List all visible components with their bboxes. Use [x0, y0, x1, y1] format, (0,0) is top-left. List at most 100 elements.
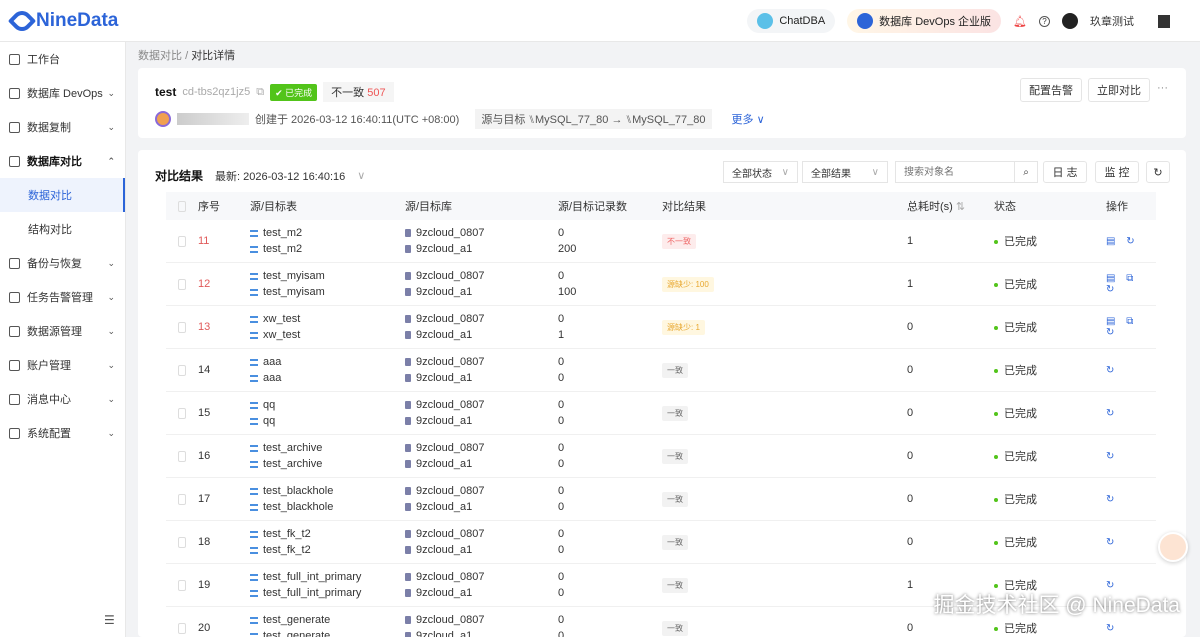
database-icon [405, 487, 411, 495]
col-time[interactable]: 总耗时(s) ⇅ [907, 198, 994, 214]
row-checkbox[interactable] [178, 622, 186, 634]
search-input[interactable] [895, 161, 1015, 183]
row-checkbox[interactable] [178, 278, 186, 290]
sidebar-item-label: 工作台 [27, 54, 60, 66]
watermark: 掘金技术社区 @ NineData [933, 594, 1180, 617]
source-db: 9zcloud_0807 [416, 528, 485, 540]
row-checkbox[interactable] [178, 407, 186, 419]
source-db: 9zcloud_0807 [416, 614, 485, 626]
bell-icon[interactable]: 🔔︎ [1013, 15, 1027, 28]
status-dot [994, 283, 998, 288]
sidebar-item[interactable]: 数据源管理 ⌄ [0, 314, 125, 348]
search-icon[interactable]: ⌕ [1014, 161, 1038, 183]
result-filter[interactable]: 全部结果 ∨ [802, 161, 888, 183]
row-checkbox[interactable] [178, 493, 186, 505]
menu-icon [9, 53, 20, 65]
target-db[interactable]: MySQL_77_80 [632, 114, 705, 126]
edition-button[interactable]: 数据库 DevOps 企业版 [847, 9, 1002, 33]
source-db: 9zcloud_0807 [416, 270, 485, 282]
row-actions-icons[interactable]: ↻ [1106, 451, 1156, 462]
select-all-checkbox[interactable] [178, 200, 186, 212]
copy-icon[interactable]: ⧉ [256, 86, 264, 99]
col-status: 状态 [994, 201, 1016, 213]
logo[interactable]: NineData [7, 6, 118, 36]
status-dot [994, 541, 998, 546]
row-checkbox[interactable] [178, 235, 186, 247]
row-checkbox[interactable] [178, 321, 186, 333]
target-db: 9zcloud_a1 [416, 544, 473, 556]
database-icon [405, 401, 411, 409]
chatdba-button[interactable]: ChatDBA [747, 9, 836, 33]
sidebar-item[interactable]: 数据复制 ⌄ [0, 110, 125, 144]
inconsistent-value: 507 [367, 87, 386, 99]
language-icon[interactable] [1158, 14, 1170, 28]
user-name[interactable]: 玖章测试 [1090, 13, 1134, 29]
user-avatar[interactable] [1062, 13, 1078, 29]
more-link[interactable]: 更多 ∨ [732, 111, 765, 127]
task-name: test [155, 85, 177, 99]
row-status: 已完成 [1004, 408, 1037, 420]
row-checkbox[interactable] [178, 450, 186, 462]
table-row[interactable]: 15 qq qq 9zcloud_0807 9zcloud_a1 0 0 一致 0 已… [166, 392, 1156, 435]
row-actions-icons[interactable]: ↻ [1106, 623, 1156, 634]
row-actions-icons[interactable]: ↻ [1106, 365, 1156, 376]
chevron-down-icon[interactable]: ∨ [357, 169, 365, 182]
more-actions-icon[interactable]: ··· [1157, 82, 1168, 94]
row-checkbox[interactable] [178, 579, 186, 591]
table-row[interactable]: 18 test_fk_t2 test_fk_t2 9zcloud_0807 9zcl… [166, 521, 1156, 564]
sidebar-item[interactable]: 结构对比 [0, 212, 125, 246]
refresh-icon[interactable]: ↻ [1146, 161, 1170, 183]
table-row[interactable]: 13 xw_test xw_test 9zcloud_0807 9zcloud_a1… [166, 306, 1156, 349]
configure-alert-button[interactable]: 配置告警 [1020, 78, 1082, 102]
table-icon [250, 417, 258, 425]
sidebar-item[interactable]: 任务告警管理 ⌄ [0, 280, 125, 314]
row-actions-icons[interactable]: ↻ [1106, 537, 1156, 548]
row-actions-icons[interactable]: ↻ [1106, 408, 1156, 419]
help-icon[interactable]: ? [1039, 15, 1050, 27]
result-badge: 一致 [662, 577, 688, 593]
row-actions-icons[interactable]: ▤ ⧉ ↻ [1106, 316, 1156, 338]
compare-now-button[interactable]: 立即对比 [1088, 78, 1150, 102]
result-badge: 源缺少: 100 [662, 276, 714, 292]
row-checkbox[interactable] [178, 536, 186, 548]
sidebar-item[interactable]: 数据库对比 ⌃ [0, 144, 125, 178]
sidebar-item[interactable]: 备份与恢复 ⌄ [0, 246, 125, 280]
sort-icon[interactable]: ⇅ [956, 201, 965, 213]
row-actions-icons[interactable]: ▤ ↻ [1106, 236, 1156, 247]
monitor-button[interactable]: 监 控 [1095, 161, 1139, 183]
target-table: qq [263, 415, 276, 427]
table-row[interactable]: 16 test_archive test_archive 9zcloud_0807… [166, 435, 1156, 478]
source-db: 9zcloud_0807 [416, 227, 485, 239]
collapse-sidebar-icon[interactable]: ☰ [104, 613, 115, 627]
src-tgt-tag: 源与目标 ⑊MySQL_77_80 → ⑊MySQL_77_80 [475, 109, 712, 129]
sidebar-item[interactable]: 消息中心 ⌄ [0, 382, 125, 416]
row-actions-icons[interactable]: ↻ [1106, 494, 1156, 505]
table-row[interactable]: 11 test_m2 test_m2 9zcloud_0807 9zcloud_a1… [166, 220, 1156, 263]
table-row[interactable]: 14 aaa aaa 9zcloud_0807 9zcloud_a1 0 0 一致 0… [166, 349, 1156, 392]
table-row[interactable]: 17 test_blackhole test_blackhole 9zcloud_… [166, 478, 1156, 521]
col-db: 源/目标库 [405, 201, 453, 213]
row-status: 已完成 [1004, 279, 1037, 291]
database-icon [405, 245, 411, 253]
sidebar-item[interactable]: 系统配置 ⌄ [0, 416, 125, 450]
sidebar-item[interactable]: 工作台 [0, 42, 125, 76]
latest-run[interactable]: 最新: 2026-03-12 16:40:16 [215, 168, 345, 184]
table-icon [250, 315, 258, 323]
table-row[interactable]: 12 test_myisam test_myisam 9zcloud_0807 9z… [166, 263, 1156, 306]
source-db[interactable]: MySQL_77_80 [535, 114, 608, 126]
row-checkbox[interactable] [178, 364, 186, 376]
sidebar-item[interactable]: 数据库 DevOps ⌄ [0, 76, 125, 110]
table-header: 序号 源/目标表 源/目标库 源/目标记录数 对比结果 总耗时(s) ⇅ 状态 … [166, 192, 1156, 220]
log-button[interactable]: 日 志 [1043, 161, 1087, 183]
support-avatar-button[interactable] [1158, 532, 1188, 562]
database-icon [405, 288, 411, 296]
breadcrumb-parent[interactable]: 数据对比 [138, 50, 182, 62]
sidebar-item[interactable]: 账户管理 ⌄ [0, 348, 125, 382]
table-icon [250, 503, 258, 511]
sidebar-item[interactable]: 数据对比 [0, 178, 125, 212]
source-table: test_fk_t2 [263, 528, 311, 540]
target-count: 0 [558, 630, 565, 637]
status-filter[interactable]: 全部状态 ∨ [723, 161, 798, 183]
target-db: 9zcloud_a1 [416, 587, 473, 599]
row-actions-icons[interactable]: ▤ ⧉ ↻ [1106, 273, 1156, 295]
